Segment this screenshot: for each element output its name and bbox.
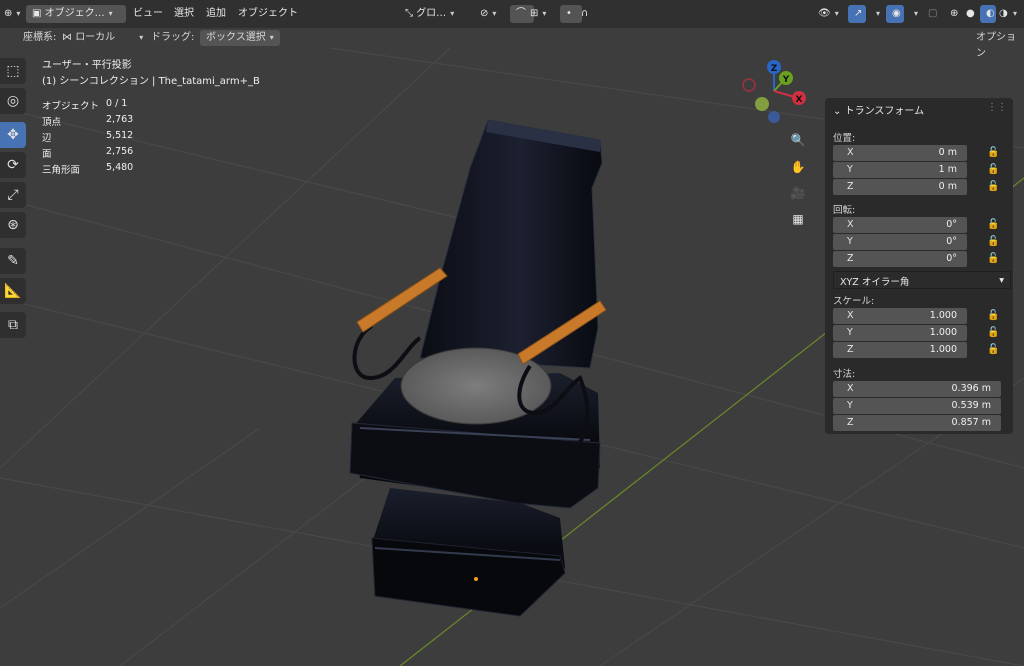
drag-handle-icon[interactable]: ⋮⋮: [987, 102, 1007, 113]
stat-triangles-value: 5,480: [106, 162, 134, 173]
stat-triangles-label: 三角形面: [42, 165, 81, 176]
scale-y-field[interactable]: Y 1.000: [833, 325, 967, 341]
select-box-tool-icon[interactable]: ⬚: [0, 58, 26, 84]
editor-type-icon[interactable]: ⊕ ▾: [4, 5, 20, 23]
stat-edges-label: 辺: [42, 133, 52, 144]
transform-tool-icon[interactable]: ⊛: [0, 212, 26, 238]
dimensions-y-field[interactable]: Y 0.539 m: [833, 398, 1001, 414]
xray-icon[interactable]: ▢: [928, 5, 937, 23]
dimensions-x-field[interactable]: X 0.396 m: [833, 381, 1001, 397]
falloff-icon[interactable]: ∩: [581, 5, 588, 23]
scale-x-field[interactable]: X 1.000: [833, 308, 967, 324]
gizmo-x-label: X: [796, 95, 803, 105]
3d-viewport[interactable]: Z Y X ⬚ ◎ ✥ ⟳ ⤢ ⊛ ✎ 📐 ⧉ ユーザー・平行投影 (1) シー…: [0, 48, 1024, 666]
shading-dropdown-icon[interactable]: ▾: [1013, 5, 1017, 23]
shading-wireframe-icon[interactable]: ⊕: [950, 5, 958, 23]
lock-icon[interactable]: 🔓: [987, 310, 999, 322]
gizmo-dropdown-icon[interactable]: ▾: [872, 5, 880, 23]
location-x-field[interactable]: X0 m: [833, 145, 967, 161]
snap-target-icon[interactable]: ⊞ ▾: [530, 5, 546, 23]
transform-orientation[interactable]: ⤡ グロ… ▾: [405, 5, 454, 23]
location-label: 位置:: [833, 133, 856, 144]
rotation-x-field[interactable]: X 0°: [833, 217, 967, 233]
lock-icon[interactable]: 🔓: [987, 164, 999, 176]
location-y-field[interactable]: Y1 m: [833, 162, 967, 178]
object-mode-icon: ▣: [32, 8, 42, 19]
gizmo-toggle-icon[interactable]: ↗: [848, 5, 866, 23]
proportional-edit-icon[interactable]: •: [560, 5, 582, 23]
overlay-toggle-icon[interactable]: ◉: [886, 5, 904, 23]
gizmo-y-label: Y: [782, 75, 790, 85]
orientation-label: 座標系:: [23, 32, 57, 43]
dimensions-label: 寸法:: [833, 369, 856, 380]
measure-tool-icon[interactable]: 📐: [0, 278, 26, 304]
stat-faces-value: 2,756: [106, 146, 134, 157]
stat-faces-label: 面: [42, 149, 52, 160]
annotate-tool-icon[interactable]: ✎: [0, 248, 26, 274]
cursor-tool-icon[interactable]: ◎: [0, 88, 26, 114]
overlay-dropdown-icon[interactable]: ▾: [910, 5, 918, 23]
location-z-field[interactable]: Z0 m: [833, 179, 967, 195]
lock-icon[interactable]: 🔓: [987, 344, 999, 356]
mode-selector[interactable]: ▣ オブジェク… ▾: [26, 5, 126, 23]
lock-icon[interactable]: 🔓: [987, 253, 999, 265]
grid-view-icon[interactable]: ▦: [787, 208, 809, 230]
menu-add[interactable]: 追加: [206, 5, 226, 23]
navigation-gizmo[interactable]: Z Y X: [742, 60, 806, 123]
stat-edges-value: 5,512: [106, 130, 134, 141]
orientation-dropdown[interactable]: ⋈ ローカル ▾: [62, 30, 143, 46]
drag-dropdown[interactable]: ボックス選択 ▾: [200, 30, 280, 46]
menu-select[interactable]: 選択: [174, 5, 194, 23]
lock-icon[interactable]: 🔓: [987, 219, 999, 231]
scale-tool-icon[interactable]: ⤢: [0, 182, 26, 208]
lock-icon[interactable]: 🔓: [987, 327, 999, 339]
shading-rendered-icon[interactable]: ◑: [999, 5, 1008, 23]
lock-icon[interactable]: 🔓: [987, 147, 999, 159]
shading-solid-icon[interactable]: ●: [966, 5, 975, 23]
scale-z-field[interactable]: Z 1.000: [833, 342, 967, 358]
stat-vertices-value: 2,763: [106, 114, 134, 125]
lock-icon[interactable]: 🔓: [987, 236, 999, 248]
header-bar: ⊕ ▾ ▣ オブジェク… ▾ ビュー 選択 追加 オブジェクト ⤡ グロ… ▾ ⊘ ▾ …: [0, 0, 1024, 28]
rotation-label: 回転:: [833, 205, 856, 216]
transform-panel: ⌄ トランスフォーム ⋮⋮ 位置: X0 m 🔓 Y1 m 🔓 Z0 m 🔓 回…: [825, 98, 1013, 434]
view-name: ユーザー・平行投影: [42, 60, 132, 71]
menu-object[interactable]: オブジェクト: [238, 5, 298, 23]
local-axes-icon: ⋈: [62, 32, 72, 43]
add-cube-tool-icon[interactable]: ⧉: [0, 312, 26, 338]
collection-name: (1) シーンコレクション | The_tatami_arm+_B: [42, 76, 260, 87]
stat-objects-value: 0 / 1: [106, 98, 128, 109]
chair-model[interactable]: [349, 119, 607, 617]
gizmo-z-label: Z: [771, 64, 778, 74]
shading-material-icon[interactable]: ◐: [980, 5, 996, 23]
pivot-point-icon[interactable]: ⊘ ▾: [480, 5, 496, 23]
dimensions-z-field[interactable]: Z 0.857 m: [833, 415, 1001, 431]
menu-view[interactable]: ビュー: [133, 5, 163, 23]
pan-hand-icon[interactable]: ✋: [787, 156, 809, 178]
stat-objects-label: オブジェクト: [42, 101, 100, 112]
zoom-icon[interactable]: 🔍: [787, 129, 809, 151]
lock-icon[interactable]: 🔓: [987, 181, 999, 193]
rotation-mode-dropdown[interactable]: XYZ オイラー角 ▾: [833, 271, 1011, 289]
drag-label: ドラッグ:: [151, 32, 195, 43]
stat-vertices-label: 頂点: [42, 117, 62, 128]
move-tool-icon[interactable]: ✥: [0, 122, 26, 148]
camera-icon[interactable]: 🎥: [787, 182, 809, 204]
options-button[interactable]: オプション: [970, 30, 1024, 59]
mode-label: オブジェク…: [44, 8, 105, 19]
scale-label: スケール:: [833, 296, 875, 307]
rotate-tool-icon[interactable]: ⟳: [0, 152, 26, 178]
rotation-z-field[interactable]: Z 0°: [833, 251, 967, 267]
visibility-icon[interactable]: 👁 ▾: [818, 5, 839, 23]
orientation-icon: ⤡: [405, 8, 413, 19]
panel-header[interactable]: ⌄ トランスフォーム: [833, 102, 924, 117]
collapse-chevron-icon: ⌄: [833, 106, 842, 117]
tool-options-row: 座標系: ⋈ ローカル ▾ ドラッグ: ボックス選択 ▾ オプション: [0, 28, 1024, 59]
rotation-y-field[interactable]: Y 0°: [833, 234, 967, 250]
